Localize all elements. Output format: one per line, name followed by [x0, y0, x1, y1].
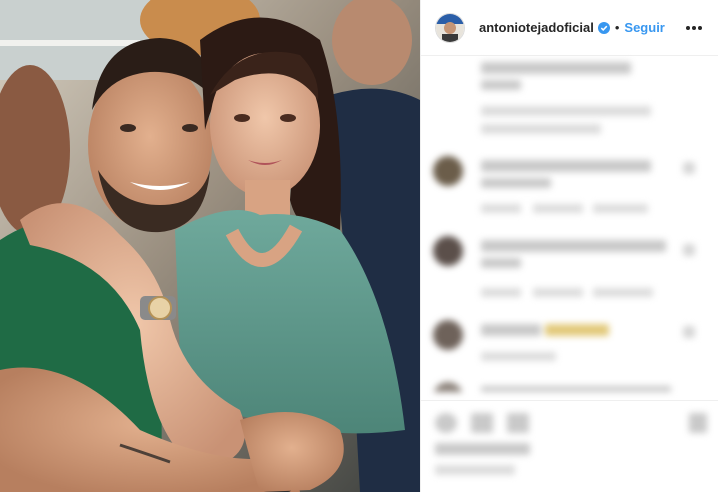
comment-avatar — [433, 236, 463, 266]
save-icon[interactable] — [689, 413, 707, 433]
instagram-post: antoniotejadoficial • Seguir — [0, 0, 718, 492]
follow-button[interactable]: Seguir — [624, 20, 664, 35]
more-horizontal-icon — [686, 25, 702, 30]
comment-like-icon[interactable] — [683, 244, 695, 256]
comment-like-icon[interactable] — [683, 326, 695, 338]
post-actions-obscured — [421, 400, 718, 493]
avatar[interactable] — [435, 12, 465, 43]
more-options-button[interactable] — [682, 16, 706, 40]
separator-dot: • — [614, 20, 620, 35]
post-photo-image — [0, 0, 420, 492]
post-sidebar: antoniotejadoficial • Seguir — [420, 0, 718, 492]
share-icon[interactable] — [507, 413, 529, 433]
avatar-image-icon — [436, 13, 464, 42]
comments-list-obscured — [421, 56, 718, 392]
comment-avatar — [433, 382, 463, 392]
like-icon[interactable] — [435, 413, 457, 433]
verified-badge-icon — [597, 21, 610, 34]
comment-avatar — [433, 320, 463, 350]
comment-icon[interactable] — [471, 413, 493, 433]
comment-like-icon[interactable] — [683, 162, 695, 174]
post-photo[interactable] — [0, 0, 420, 492]
username-link[interactable]: antoniotejadoficial — [479, 20, 594, 35]
post-header: antoniotejadoficial • Seguir — [421, 0, 718, 56]
comment-avatar — [433, 156, 463, 186]
